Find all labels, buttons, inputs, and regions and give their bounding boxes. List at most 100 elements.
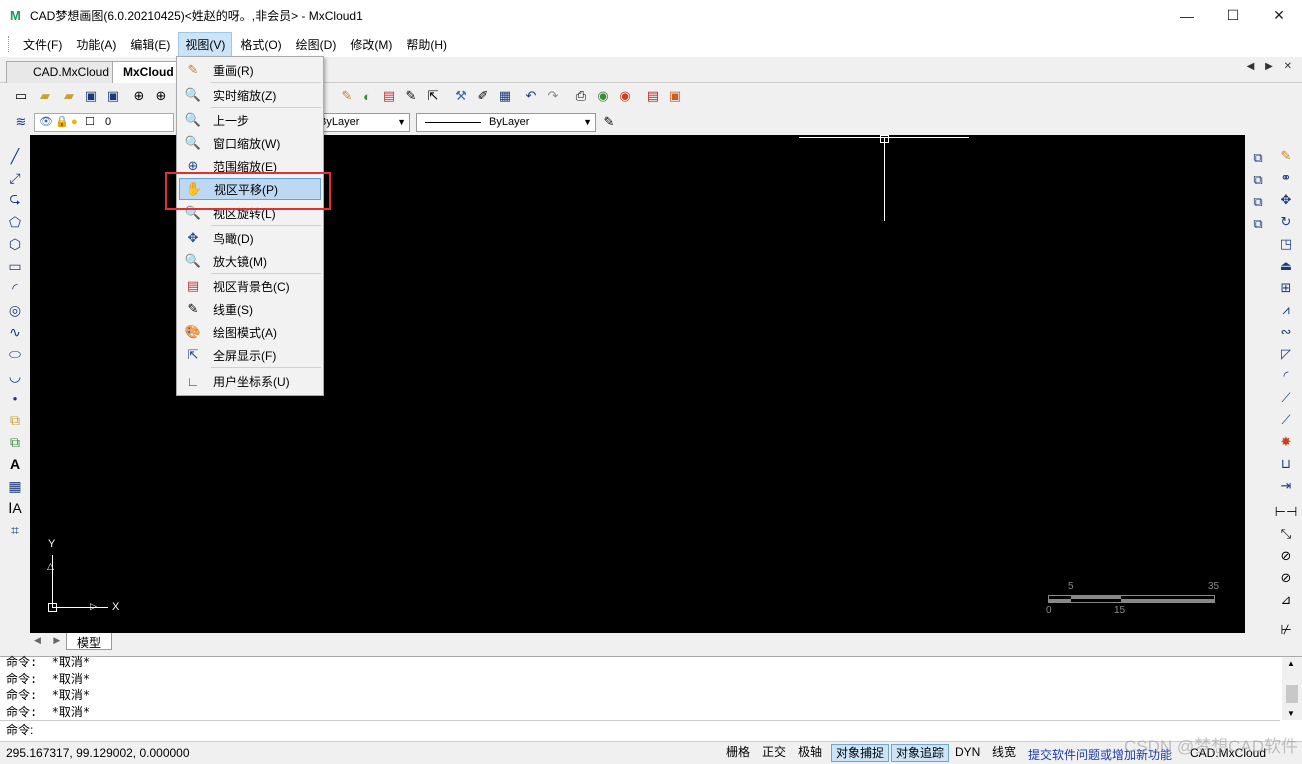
menu-item-draw-mode[interactable]: 🎨 绘图模式(A) [179,321,321,343]
menu-item-redraw[interactable]: ✎ 重画(R) [179,59,321,81]
erase-icon[interactable]: ✎ [1277,147,1295,165]
brush-icon[interactable]: ✐ [474,87,492,105]
point-icon[interactable]: ● [6,389,24,407]
minimize-button[interactable]: — [1164,0,1210,31]
open-file-icon[interactable]: ▰ [36,87,54,105]
globe-icon[interactable]: ◉ [594,87,612,105]
text-icon[interactable]: A [6,455,24,473]
redraw-icon[interactable]: ✎ [338,87,356,105]
ellipse-arc-icon[interactable]: ◡ [6,367,24,385]
toggle-grid[interactable]: 栅格 [722,744,754,762]
redo-icon[interactable]: ↷ [544,87,562,105]
scroll-up-icon[interactable]: ▲ [1287,659,1295,668]
insert-block-icon[interactable]: ⧉ [6,411,24,429]
tab-nav-controls[interactable]: ◀ ▶ ✕ [1247,61,1296,72]
image-export-icon[interactable]: ▣ [666,87,684,105]
command-input[interactable]: 命令: [0,720,1280,740]
zoom-realtime-icon[interactable]: ⊕ [130,87,148,105]
properties-icon[interactable]: ▦ [496,87,514,105]
toggle-dyn[interactable]: DYN [951,744,984,762]
hatch-icon[interactable]: ⌗ [6,521,24,539]
move-icon[interactable]: ✥ [1277,191,1295,209]
array-icon[interactable]: ⊞ [1277,279,1295,297]
layer-dropdown[interactable]: 👁 🔒 ● ☐ 0 [34,113,174,132]
diameter-dimension-icon[interactable]: ⊘ [1277,569,1295,587]
menu-item-aerial-view[interactable]: ✥ 鸟瞰(D) [179,227,321,249]
save-all-icon[interactable]: ▣ [104,87,122,105]
menu-function[interactable]: 功能(A) [70,33,122,56]
draw-mode-icon[interactable]: ◐ [358,87,376,105]
menu-edit[interactable]: 编辑(E) [124,33,176,56]
open-folder-icon[interactable]: ▰ [60,87,78,105]
menu-item-background-color[interactable]: ▤ 视区背景色(C) [179,275,321,297]
fullscreen-icon[interactable]: ⇱ [424,87,442,105]
extend-icon[interactable]: ⟋ [1277,411,1295,429]
angular-dimension-icon[interactable]: ⊿ [1277,591,1295,609]
command-scrollbar[interactable]: ▲ ▼ [1282,657,1302,720]
lineweight-settings-icon[interactable]: ✎ [600,113,618,131]
menu-format[interactable]: 格式(O) [234,33,287,56]
scroll-down-icon[interactable]: ▼ [1287,709,1295,718]
bring-above-icon[interactable]: ⧉ [1249,193,1267,211]
tab-cad-mxcloud[interactable]: CAD.MxCloud [6,61,121,83]
polyline-icon[interactable]: ⮎ [6,190,24,209]
pdf-icon[interactable]: ▤ [644,87,662,105]
lineweight-icon[interactable]: ✎ [402,87,420,105]
radius-dimension-icon[interactable]: ⊘ [1277,547,1295,565]
shape-icon[interactable]: ⬡ [6,235,24,253]
menu-item-magnifier[interactable]: 🔍 放大镜(M) [179,250,321,272]
arc-icon[interactable]: ◜ [6,279,24,297]
background-color-icon[interactable]: ▤ [380,87,398,105]
save-icon[interactable]: ▣ [82,87,100,105]
scroll-thumb[interactable] [1286,685,1298,703]
mirror-icon[interactable]: ⩘ [1277,301,1295,319]
join-icon[interactable]: ⇥ [1277,477,1295,495]
scale-icon[interactable]: ◳ [1277,235,1295,253]
send-back-icon[interactable]: ⧉ [1249,171,1267,189]
mtext-icon[interactable]: ⅠA [6,499,24,517]
ellipse-icon[interactable]: ⬭ [6,345,24,363]
break-icon[interactable]: ⊔ [1277,455,1295,473]
layout-nav-controls[interactable]: ◀ ▶ [34,635,65,646]
line-icon[interactable]: ╱ [6,147,24,165]
trim-icon[interactable]: ⟋ [1277,389,1295,407]
fillet-icon[interactable]: ◜ [1277,367,1295,385]
spline-icon[interactable]: ∿ [6,323,24,341]
linetype-dropdown[interactable]: ByLayer ▼ [310,113,410,132]
polygon-icon[interactable]: ⬠ [6,213,24,231]
menu-item-fullscreen[interactable]: ⇱ 全屏显示(F) [179,344,321,366]
menu-item-lineweight[interactable]: ✎ 线重(S) [179,298,321,320]
menu-file[interactable]: 文件(F) [17,33,68,56]
toggle-lineweight[interactable]: 线宽 [988,744,1020,762]
close-button[interactable]: ✕ [1256,0,1302,31]
menu-view[interactable]: 视图(V) [178,31,233,57]
linear-dimension-icon[interactable]: ⊢⊣ [1275,503,1298,521]
print-icon[interactable]: ⎙ [572,87,590,105]
copy-icon[interactable]: ⚭ [1277,169,1295,187]
zoom-window-icon[interactable]: ⊕ [152,87,170,105]
toggle-polar[interactable]: 极轴 [794,744,826,762]
tab-mxcloud[interactable]: MxCloud [112,61,185,83]
rotate-icon[interactable]: ↻ [1277,213,1295,231]
chamfer-icon[interactable]: ◸ [1277,345,1295,363]
table-icon[interactable]: ▦ [6,477,24,495]
offset-icon[interactable]: ⏏ [1277,257,1295,275]
aligned-dimension-icon[interactable]: ⤡ [1277,525,1295,543]
bring-front-icon[interactable]: ⧉ [1249,149,1267,167]
menu-item-zoom-realtime[interactable]: 🔍 实时缩放(Z) [179,84,321,106]
undo-icon[interactable]: ↶ [522,87,540,105]
send-under-icon[interactable]: ⧉ [1249,215,1267,233]
ray-icon[interactable]: ⤢ [6,169,24,187]
toggle-otrack[interactable]: 对象追踪 [891,744,950,762]
explode-icon[interactable]: ✸ [1277,433,1295,451]
layers-icon[interactable]: ≋ [12,113,30,131]
toggle-osnap[interactable]: 对象捕捉 [831,744,890,762]
rectangle-icon[interactable]: ▭ [6,257,24,275]
menu-modify[interactable]: 修改(M) [344,33,398,56]
ordinate-dimension-icon[interactable]: ⊬ [1277,621,1295,639]
create-block-icon[interactable]: ⧉ [6,433,24,451]
menu-help[interactable]: 帮助(H) [400,33,453,56]
lineweight-dropdown[interactable]: ByLayer ▼ [416,113,596,132]
maximize-button[interactable]: ☐ [1210,0,1256,31]
tab-model[interactable]: 模型 [66,633,113,650]
